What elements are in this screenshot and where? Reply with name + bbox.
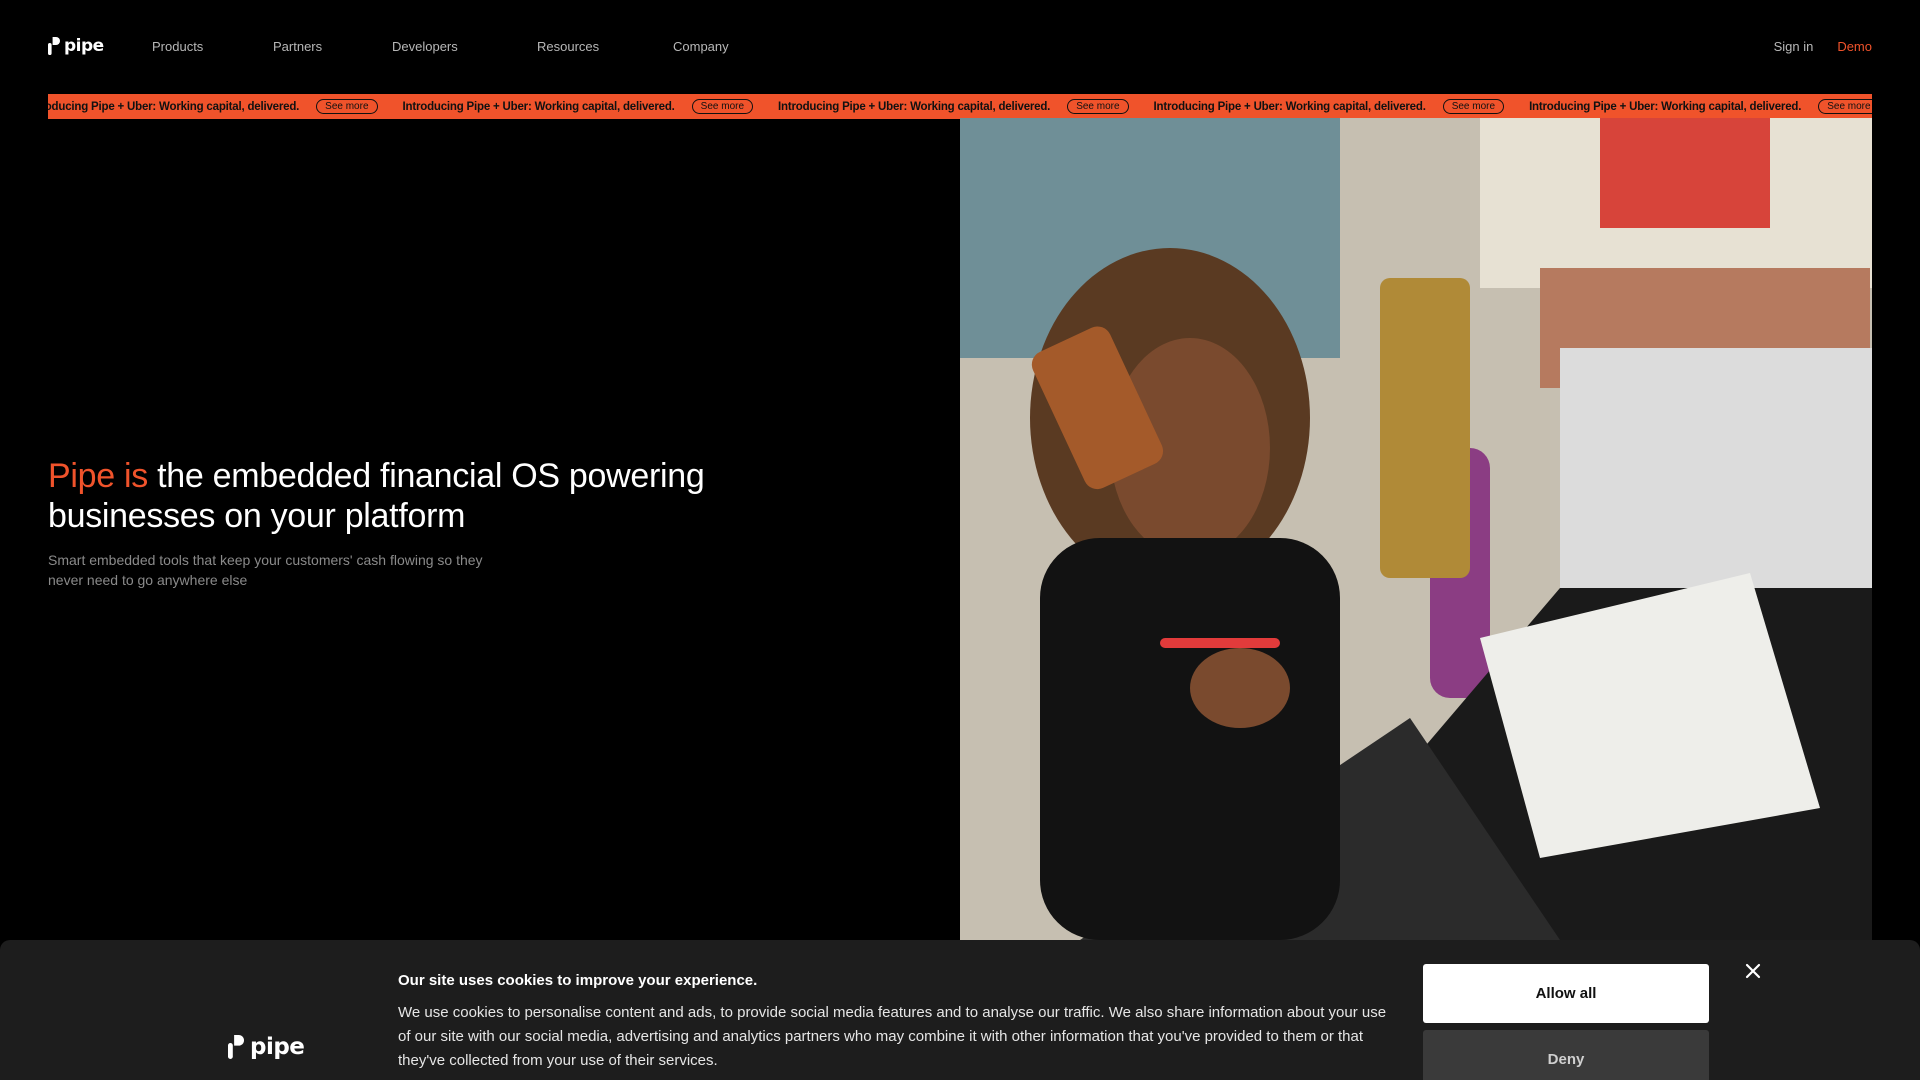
ticker-text: Introducing Pipe + Uber: Working capital…: [1529, 100, 1802, 113]
ticker-text: Introducing Pipe + Uber: Working capital…: [48, 100, 300, 113]
see-more-button[interactable]: See more: [1818, 99, 1872, 114]
nav-partners[interactable]: Partners: [273, 39, 392, 54]
close-cookie-banner-button[interactable]: [1744, 962, 1762, 980]
cookie-banner-logo: pipe: [228, 1034, 305, 1060]
ticker-item: Introducing Pipe + Uber: Working capital…: [1529, 99, 1872, 114]
ticker-text: Introducing Pipe + Uber: Working capital…: [402, 100, 675, 113]
ticker-text: Introducing Pipe + Uber: Working capital…: [1153, 100, 1426, 113]
see-more-button[interactable]: See more: [316, 99, 378, 114]
close-icon: [1745, 963, 1761, 979]
logo-wordmark: pipe: [64, 36, 104, 56]
pipe-logo-icon: [228, 1035, 244, 1059]
deny-button[interactable]: Deny: [1423, 1030, 1709, 1080]
cookie-title: Our site uses cookies to improve your ex…: [398, 972, 758, 989]
nav-actions: Sign in Demo: [1774, 39, 1872, 54]
pipe-logo[interactable]: pipe: [48, 36, 104, 56]
top-nav: pipe Products Partners Developers Resour…: [0, 0, 1920, 94]
pipe-logo-icon: [48, 37, 60, 55]
hero-title: Pipe is the embedded financial OS poweri…: [48, 456, 708, 536]
ticker-item: Introducing Pipe + Uber: Working capital…: [48, 99, 378, 114]
nav-company[interactable]: Company: [673, 39, 729, 54]
nav-developers[interactable]: Developers: [392, 39, 537, 54]
sign-in-link[interactable]: Sign in: [1774, 39, 1814, 54]
allow-all-button[interactable]: Allow all: [1423, 964, 1709, 1023]
see-more-button[interactable]: See more: [1067, 99, 1129, 114]
ticker-item: Introducing Pipe + Uber: Working capital…: [778, 99, 1129, 114]
ticker-text: Introducing Pipe + Uber: Working capital…: [778, 100, 1051, 113]
see-more-button[interactable]: See more: [1442, 99, 1505, 114]
main-nav: Products Partners Developers Resources C…: [152, 39, 729, 54]
announcement-ticker: Introducing Pipe + Uber: Working capital…: [48, 94, 1872, 119]
hero-photo-illustration: [960, 118, 1872, 940]
nav-resources[interactable]: Resources: [537, 39, 673, 54]
hero-subtitle: Smart embedded tools that keep your cust…: [48, 552, 483, 588]
hero-photo: [960, 118, 1872, 940]
hero-title-accent: Pipe is: [48, 457, 148, 495]
cookie-banner: pipe Our site uses cookies to improve yo…: [0, 940, 1920, 1080]
ticker-item: Introducing Pipe + Uber: Working capital…: [1154, 99, 1505, 114]
cookie-body: We use cookies to personalise content an…: [398, 1004, 1387, 1069]
demo-link[interactable]: Demo: [1837, 39, 1872, 54]
nav-products[interactable]: Products: [152, 39, 273, 54]
see-more-button[interactable]: See more: [691, 99, 754, 114]
ticker-item: Introducing Pipe + Uber: Working capital…: [403, 99, 754, 114]
ticker-track: Introducing Pipe + Uber: Working capital…: [48, 94, 1872, 119]
logo-wordmark: pipe: [250, 1034, 305, 1060]
